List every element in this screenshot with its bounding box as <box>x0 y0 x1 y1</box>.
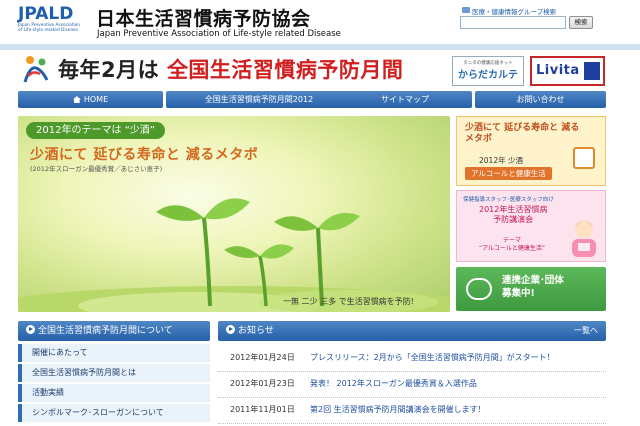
nav-home[interactable]: HOME <box>18 91 163 108</box>
alcohol-campaign-banner[interactable]: 少酒にて 延びる寿命と 減るメタボ 2012年 少酒 アルコールと健康生活 <box>456 116 606 186</box>
lecture-title-line-2: 予防講演会 <box>493 215 534 224</box>
news-row: 2012年01月23日 発表！ 2012年スローガン最優秀賞＆入選作品 <box>218 372 606 398</box>
circle-arrow-icon <box>26 325 35 334</box>
menu-heading-label: 全国生活習慣病予防月間について <box>38 326 173 336</box>
livita-wordmark: Livita <box>536 63 580 78</box>
campaign-figures-icon <box>23 56 49 83</box>
campaign-headline: 毎年2月は 全国生活習慣病予防月間 <box>58 54 403 84</box>
news-heading-label: お知らせ <box>238 326 274 336</box>
alcohol-banner-slogan: 少酒にて 延びる寿命と 減るメタボ <box>465 123 580 144</box>
news-row: 2011年11月01日 第2回 生活習慣病予防月間講演会を開催します！ <box>218 398 606 424</box>
lecture-title: 2012年生活習慣病 予防講演会 <box>479 205 547 225</box>
menu-heading: 全国生活習慣病予防月間について <box>18 321 210 341</box>
handshake-icon <box>466 278 492 300</box>
main-nav: HOME 全国生活習慣病予防月間2012 サイトマップ お問い合わせ <box>18 91 606 109</box>
hero-theme-badge: 2012年のテーマは “少酒” <box>26 122 165 139</box>
lecture-theme-label: テーマ <box>503 237 522 244</box>
livita-emblem-icon <box>584 62 600 80</box>
karada-big-text: からだカルテ <box>458 70 518 81</box>
news-date: 2012年01月24日 <box>230 353 295 362</box>
partner-recruit-line-1: 連携企業･団体 <box>502 275 564 286</box>
site-logo[interactable]: JPALD Japan Preventive Association of Li… <box>18 6 86 42</box>
news-row: 2012年01月24日 プレスリリース：2月から「全国生活習慣病予防月間」がスタ… <box>218 346 606 372</box>
livita-banner[interactable]: Livita <box>530 56 605 86</box>
campaign-banner[interactable]: 毎年2月は 全国生活習慣病予防月間 <box>18 52 618 88</box>
nurse-illustration-icon <box>572 220 596 257</box>
lecture-audience: 保健指導スタッフ･医療スタッフ向け <box>463 197 554 203</box>
nav-contact[interactable]: お問い合わせ <box>475 91 606 108</box>
news-list: 2012年01月24日 プレスリリース：2月から「全国生活習慣病予防月間」がスタ… <box>218 346 606 424</box>
menu-item-symbol-slogan[interactable]: シンボルマーク･スローガンについて <box>18 404 210 422</box>
hero-credit: (2012年スローガン最優秀賞／あじさい恵子) <box>30 165 163 173</box>
site-header: JPALD Japan Preventive Association of Li… <box>0 0 640 44</box>
alcohol-banner-pill: アルコールと健康生活 <box>465 167 552 180</box>
lecture-theme: テーマ “アルコールと健康生活” <box>479 237 545 253</box>
news-title-link[interactable]: 発表！ 2012年スローガン最優秀賞＆入選作品 <box>310 372 477 396</box>
nav-sitemap[interactable]: サイトマップ <box>338 91 472 108</box>
menu-list: 開催にあたって 全国生活習慣病予防月間とは 活動実績 シンボルマーク･スローガン… <box>18 344 210 424</box>
nav-home-label: HOME <box>83 95 109 104</box>
logo-subtext-line-2: of Life-style related Disease <box>18 28 78 33</box>
hero-footer-text: 一無 二少 三多 で生活習慣病を予防! <box>283 297 414 306</box>
search-button[interactable]: 検索 <box>569 16 593 29</box>
news-date: 2011年11月01日 <box>230 405 295 414</box>
site-title: 日本生活習慣病予防協会 <box>96 8 311 30</box>
logo-mark: JPALD <box>18 4 74 24</box>
news-title-link[interactable]: プレスリリース：2月から「全国生活習慣病予防月間」がスタート！ <box>310 346 555 370</box>
partner-recruit-banner[interactable]: 連携企業･団体 募集中! <box>456 267 606 311</box>
search-input[interactable] <box>460 16 566 29</box>
home-icon <box>72 96 81 103</box>
menu-item-about[interactable]: 全国生活習慣病予防月間とは <box>18 364 210 382</box>
site-subtitle: Japan Preventive Association of Life-sty… <box>97 29 341 39</box>
alcohol-banner-year: 2012年 少酒 <box>479 156 523 165</box>
cup-icon <box>573 147 595 169</box>
nav-campaign-2012[interactable]: 全国生活習慣病予防月間2012 <box>166 91 352 108</box>
partner-recruit-line-2: 募集中! <box>502 288 535 299</box>
menu-item-opening[interactable]: 開催にあたって <box>18 344 210 362</box>
campaign-prefix: 毎年2月は <box>58 58 160 82</box>
lecture-banner[interactable]: 保健指導スタッフ･医療スタッフ向け 2012年生活習慣病 予防講演会 テーマ “… <box>456 190 606 262</box>
lecture-title-line-1: 2012年生活習慣病 <box>479 205 548 214</box>
partner-recruit-text: 連携企業･団体 募集中! <box>502 274 564 300</box>
news-title-link[interactable]: 第2回 生活習慣病予防月間講演会を開催します！ <box>310 398 486 422</box>
karada-karte-banner[interactable]: タニタの健康応援ネット からだカルテ <box>452 56 524 86</box>
lecture-theme-text: “アルコールと健康生活” <box>479 245 546 252</box>
search-label[interactable]: 医療・健康情報グループ検索 <box>472 6 556 16</box>
hero-banner[interactable]: 2012年のテーマは “少酒” 少酒にて 延びる寿命と 減るメタボ (2012年… <box>18 116 450 312</box>
campaign-highlight: 全国生活習慣病予防月間 <box>166 58 404 82</box>
circle-arrow-icon <box>226 325 235 334</box>
hero-slogan: 少酒にて 延びる寿命と 減るメタボ <box>30 147 259 163</box>
news-date: 2012年01月23日 <box>230 379 295 388</box>
news-more-link[interactable]: 一覧へ <box>574 321 598 341</box>
header-divider <box>0 44 640 50</box>
menu-item-activities[interactable]: 活動実績 <box>18 384 210 402</box>
search-label-icon <box>462 7 470 13</box>
news-heading: お知らせ 一覧へ <box>218 321 606 341</box>
